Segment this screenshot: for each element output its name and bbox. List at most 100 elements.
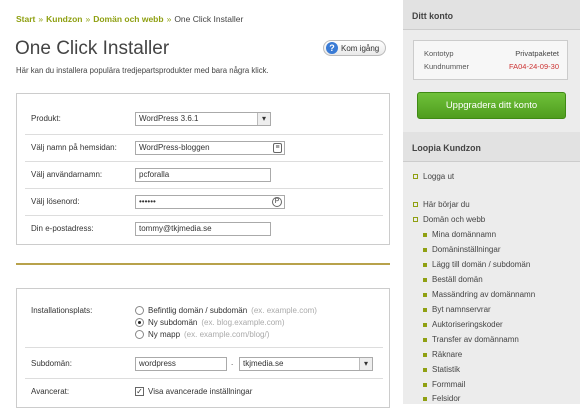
account-card: Kontotyp Privatpaketet Kundnummer FA04-2… bbox=[413, 40, 568, 80]
customer-number-value: FA04-24-09-30 bbox=[508, 62, 559, 71]
divider bbox=[25, 161, 383, 162]
text-options-icon[interactable]: ≡ bbox=[273, 143, 282, 153]
radio-hint: (ex. example.com) bbox=[251, 306, 317, 315]
subdomain-input[interactable]: wordpress bbox=[135, 357, 227, 371]
account-type-label: Kontotyp bbox=[424, 49, 454, 58]
page-title: One Click Installer bbox=[15, 38, 170, 59]
bullet-icon bbox=[423, 396, 427, 401]
product-select[interactable]: WordPress 3.6.1 bbox=[135, 112, 271, 126]
subdomain-dot: . bbox=[231, 358, 234, 367]
install-panel: Installationsplats: Befintlig domän / su… bbox=[16, 288, 390, 408]
breadcrumb-separator: » bbox=[38, 14, 44, 24]
breadcrumb-kundzon[interactable]: Kundzon bbox=[46, 14, 82, 24]
site-name-label: Välj namn på hemsidan: bbox=[31, 143, 117, 152]
radio-label: Ny mapp bbox=[148, 330, 181, 339]
nav-sub-item[interactable]: Räknare bbox=[423, 350, 462, 359]
divider bbox=[25, 188, 383, 189]
breadcrumb-domain[interactable]: Domän och webb bbox=[93, 14, 163, 24]
nav-sub-item[interactable]: Mina domännamn bbox=[423, 230, 496, 239]
nav-sub-label: Formmail bbox=[432, 380, 466, 389]
advanced-toggle[interactable]: ✓ Visa avancerade inställningar bbox=[135, 387, 252, 396]
site-name-value: WordPress-bloggen bbox=[139, 143, 210, 152]
password-label: Välj lösenord: bbox=[31, 197, 80, 206]
nav-sub-item[interactable]: Beställ domän bbox=[423, 275, 483, 284]
bullet-icon bbox=[423, 232, 427, 237]
nav-sub-label: Räknare bbox=[432, 350, 463, 359]
nav-logout[interactable]: Logga ut bbox=[413, 172, 454, 181]
nav-start-here[interactable]: Här börjar du bbox=[413, 200, 470, 209]
page-subtitle: Här kan du installera populära tredjepar… bbox=[16, 66, 269, 75]
radio-hint: (ex. blog.example.com) bbox=[201, 318, 285, 327]
nav-label: Logga ut bbox=[423, 172, 455, 181]
advanced-checkbox-label: Visa avancerade inställningar bbox=[148, 387, 253, 396]
location-label: Installationsplats: bbox=[31, 306, 93, 315]
bullet-icon bbox=[423, 367, 427, 372]
breadcrumb-start[interactable]: Start bbox=[16, 14, 35, 24]
kundzon-title: Loopia Kundzon bbox=[403, 132, 580, 162]
customer-number-label: Kundnummer bbox=[424, 62, 470, 71]
radio-hint: (ex. example.com/blog/) bbox=[184, 330, 270, 339]
radio-existing-domain[interactable]: Befintlig domän / subdomän (ex. example.… bbox=[135, 306, 317, 315]
nav-domain-web[interactable]: Domän och webb bbox=[413, 215, 485, 224]
nav-sub-item[interactable]: Massändring av domännamn bbox=[423, 290, 535, 299]
email-label: Din e-postadress: bbox=[31, 224, 94, 233]
email-input[interactable]: tommy@tkjmedia.se bbox=[135, 222, 271, 236]
breadcrumb-current: One Click Installer bbox=[174, 14, 244, 24]
bullet-icon bbox=[413, 217, 418, 222]
divider bbox=[25, 378, 383, 379]
bullet-icon bbox=[413, 202, 418, 207]
nav-sub-item[interactable]: Felsidor bbox=[423, 394, 460, 403]
nav-sub-item[interactable]: Auktoriseringskoder bbox=[423, 320, 503, 329]
divider bbox=[25, 347, 383, 348]
nav-sub-item[interactable]: Formmail bbox=[423, 380, 465, 389]
username-label: Välj användarnamn: bbox=[31, 170, 103, 179]
nav-sub-item[interactable]: Domäninställningar bbox=[423, 245, 500, 254]
password-input[interactable]: •••••• P bbox=[135, 195, 285, 209]
domain-select[interactable]: tkjmedia.se bbox=[239, 357, 373, 371]
help-label: Kom igång bbox=[341, 43, 380, 53]
nav-label: Domän och webb bbox=[423, 215, 486, 224]
nav-sub-item[interactable]: Byt namnservrar bbox=[423, 305, 491, 314]
password-value: •••••• bbox=[139, 197, 156, 206]
nav-label: Här börjar du bbox=[423, 200, 470, 209]
account-type-value: Privatpaketet bbox=[515, 49, 559, 58]
sidebar: Ditt konto Kontotyp Privatpaketet Kundnu… bbox=[403, 0, 580, 404]
nav-sub-label: Auktoriseringskoder bbox=[432, 320, 503, 329]
radio-button[interactable] bbox=[135, 330, 144, 339]
bullet-icon bbox=[423, 307, 427, 312]
breadcrumb-separator: » bbox=[85, 14, 91, 24]
radio-button[interactable] bbox=[135, 318, 144, 327]
nav-sub-label: Statistik bbox=[432, 365, 461, 374]
bullet-icon bbox=[423, 322, 427, 327]
divider bbox=[25, 215, 383, 216]
bullet-icon bbox=[423, 262, 427, 267]
section-divider bbox=[16, 263, 390, 265]
radio-new-folder[interactable]: Ny mapp (ex. example.com/blog/) bbox=[135, 330, 269, 339]
upgrade-account-button[interactable]: Uppgradera ditt konto bbox=[417, 92, 566, 119]
bullet-icon bbox=[423, 337, 427, 342]
help-button[interactable]: ? Kom igång bbox=[323, 40, 387, 56]
advanced-checkbox[interactable]: ✓ bbox=[135, 387, 144, 396]
password-generator-icon[interactable]: P bbox=[272, 197, 282, 207]
nav-sub-label: Lägg till domän / subdomän bbox=[432, 260, 531, 269]
site-name-input[interactable]: WordPress-bloggen ≡ bbox=[135, 141, 285, 155]
bullet-icon bbox=[423, 382, 427, 387]
account-title: Ditt konto bbox=[403, 0, 580, 30]
nav-sub-label: Massändring av domännamn bbox=[432, 290, 536, 299]
bullet-icon bbox=[423, 292, 427, 297]
account-box: Ditt konto Kontotyp Privatpaketet Kundnu… bbox=[403, 0, 580, 130]
bullet-icon bbox=[423, 277, 427, 282]
nav-sub-label: Transfer av domännamn bbox=[432, 335, 519, 344]
bullet-icon bbox=[423, 247, 427, 252]
radio-button[interactable] bbox=[135, 306, 144, 315]
product-panel: Produkt: WordPress 3.6.1 Välj namn på he… bbox=[16, 93, 390, 245]
nav-sub-item[interactable]: Lägg till domän / subdomän bbox=[423, 260, 530, 269]
nav-sub-item[interactable]: Transfer av domännamn bbox=[423, 335, 519, 344]
username-input[interactable]: pcforalla bbox=[135, 168, 271, 182]
kundzon-box: Loopia Kundzon Logga ut Här börjar du Do… bbox=[403, 132, 580, 404]
nav-sub-label: Felsidor bbox=[432, 394, 461, 403]
nav-sub-label: Domäninställningar bbox=[432, 245, 501, 254]
nav-sub-label: Beställ domän bbox=[432, 275, 483, 284]
nav-sub-item[interactable]: Statistik bbox=[423, 365, 460, 374]
radio-new-subdomain[interactable]: Ny subdomän (ex. blog.example.com) bbox=[135, 318, 285, 327]
